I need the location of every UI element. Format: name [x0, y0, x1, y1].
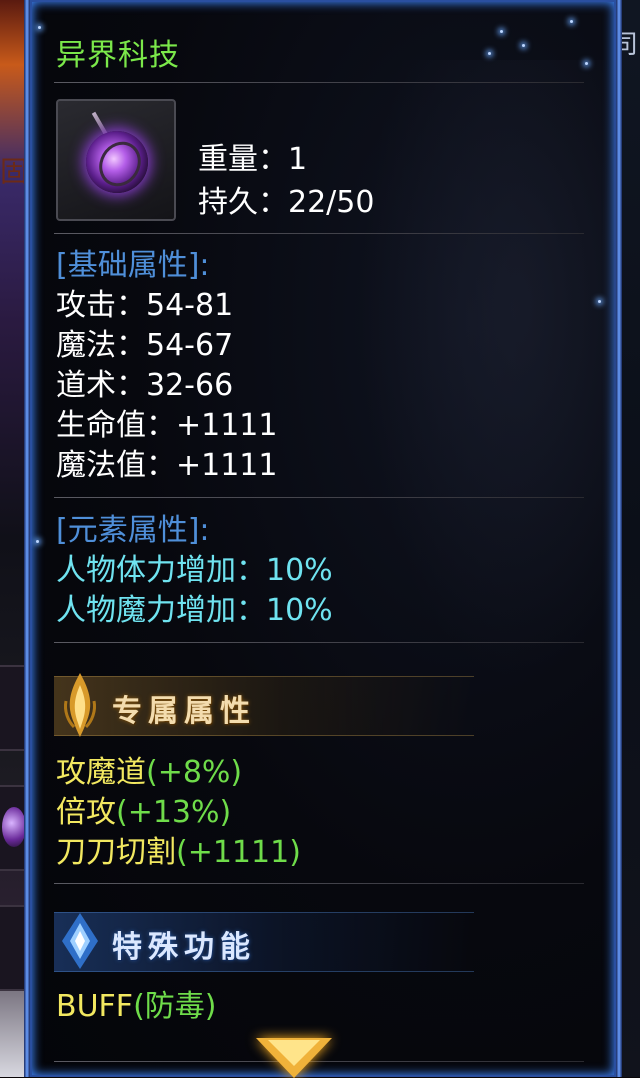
sparkle-decoration	[488, 52, 491, 55]
divider	[54, 497, 584, 498]
attribute-label: 道术：	[56, 368, 146, 403]
element-label: 人物魔力增加：	[56, 593, 266, 628]
panel-background-art	[360, 60, 620, 680]
durability-value: 22/50	[288, 185, 375, 220]
exclusive-bonus: (+1111)	[176, 835, 301, 870]
divider	[54, 642, 584, 643]
purple-orb-amulet-icon	[86, 131, 148, 193]
basic-attributes-heading: [基础属性]:	[56, 248, 210, 283]
weight-label: 重量：	[198, 142, 288, 177]
special-bonus: (防毒)	[133, 989, 217, 1024]
durability-row: 持久：22/50	[198, 183, 374, 223]
sparkle-decoration	[36, 540, 39, 543]
element-value: 10%	[266, 593, 333, 628]
attribute-label: 生命值：	[56, 408, 176, 443]
element-row-stamina: 人物体力增加：10%	[56, 551, 333, 591]
attribute-value: +1111	[176, 448, 278, 483]
sparkle-decoration	[598, 300, 601, 303]
attribute-row-hp: 生命值：+1111	[56, 406, 277, 446]
attribute-label: 魔法值：	[56, 448, 176, 483]
element-label: 人物体力增加：	[56, 553, 266, 588]
attribute-row-mp: 魔法值：+1111	[56, 446, 277, 486]
background-scene-glyph: 固	[0, 155, 28, 188]
purple-orb-icon	[2, 807, 26, 847]
special-row: BUFF(防毒)	[56, 987, 216, 1027]
element-value: 10%	[266, 553, 333, 588]
exclusive-row: 攻魔道(+8%)	[56, 753, 242, 793]
down-arrow-highlight	[268, 1040, 320, 1066]
attribute-row-taoism: 道术：32-66	[56, 366, 233, 406]
attribute-label: 魔法：	[56, 328, 146, 363]
divider	[54, 883, 584, 884]
exclusive-bonus: (+13%)	[116, 795, 232, 830]
element-row-mana: 人物魔力增加：10%	[56, 591, 333, 631]
exclusive-name: 倍攻	[56, 795, 116, 830]
attribute-label: 攻击：	[56, 288, 146, 323]
attribute-row-attack: 攻击：54-81	[56, 286, 233, 326]
exclusive-attributes-banner: 专属属性	[54, 673, 474, 737]
exclusive-row: 倍攻(+13%)	[56, 793, 231, 833]
golden-flame-emblem-icon	[64, 673, 96, 737]
item-tooltip-panel: 异界科技 重量：1 持久：22/50 [基础属性]: 攻击：54-81 魔法：5…	[24, 0, 622, 1077]
attribute-value: +1111	[176, 408, 278, 443]
special-functions-banner: 特殊功能	[54, 912, 474, 972]
exclusive-attributes-title: 专属属性	[112, 694, 256, 729]
weight-row: 重量：1	[198, 140, 307, 180]
exclusive-name: 刀刀切割	[56, 835, 176, 870]
special-functions-title: 特殊功能	[112, 930, 256, 965]
durability-label: 持久：	[198, 185, 288, 220]
element-attributes-heading: [元素属性]:	[56, 513, 210, 548]
attribute-value: 32-66	[146, 368, 234, 403]
sparkle-decoration	[585, 62, 588, 65]
sparkle-decoration	[500, 30, 503, 33]
exclusive-name: 攻魔道	[56, 755, 146, 790]
divider	[54, 233, 584, 234]
attribute-row-magic: 魔法：54-67	[56, 326, 233, 366]
exclusive-bonus: (+8%)	[146, 755, 243, 790]
exclusive-row: 刀刀切割(+1111)	[56, 833, 301, 873]
item-icon-frame[interactable]	[56, 99, 176, 221]
special-name: BUFF	[56, 989, 134, 1024]
sparkle-decoration	[570, 20, 573, 23]
weight-value: 1	[288, 142, 308, 177]
attribute-value: 54-67	[146, 328, 234, 363]
sparkle-decoration	[522, 44, 525, 47]
attribute-value: 54-81	[146, 288, 234, 323]
blue-crystal-emblem-icon	[62, 913, 98, 969]
divider	[54, 82, 584, 83]
sparkle-decoration	[38, 26, 41, 29]
item-name: 异界科技	[56, 38, 180, 73]
